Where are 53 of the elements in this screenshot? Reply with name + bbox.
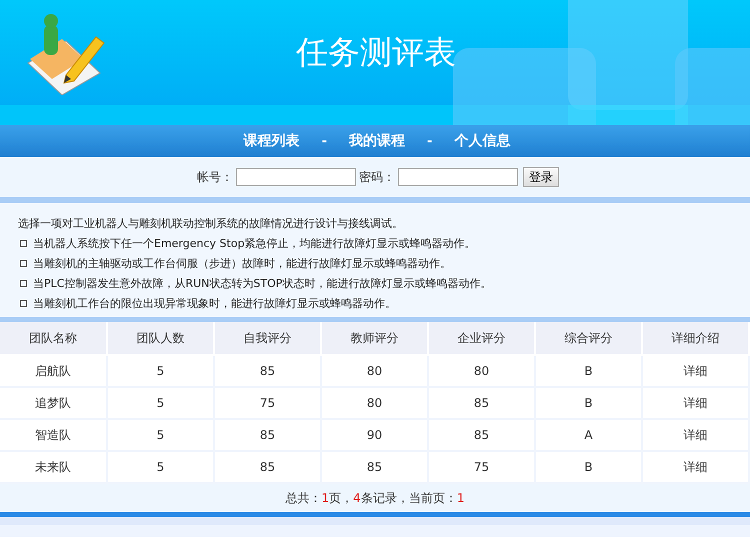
table-cell: 90 <box>321 419 428 451</box>
pager-text: 总共：1页，4条记录，当前页：1 <box>286 490 464 506</box>
password-label: 密码： <box>359 168 395 186</box>
table-cell: 未来队 <box>0 451 107 483</box>
table-cell: B <box>535 451 642 483</box>
detail-link[interactable]: 详细 <box>642 355 749 387</box>
column-header: 自我评分 <box>214 322 321 355</box>
table-cell: 智造队 <box>0 419 107 451</box>
requirement-text: 当雕刻机的主轴驱动或工作台伺服（步进）故障时，能进行故障灯显示或蜂鸣器动作。 <box>33 256 451 270</box>
login-button[interactable]: 登录 <box>523 167 559 187</box>
requirement-text: 当PLC控制器发生意外故障，从RUN状态转为STOP状态时，能进行故障灯显示或蜂鸣器动作。 <box>33 276 492 290</box>
table-cell: 5 <box>107 419 214 451</box>
account-field[interactable] <box>236 168 356 186</box>
table-cell: B <box>535 387 642 419</box>
table-cell: A <box>535 419 642 451</box>
table-cell: 75 <box>214 387 321 419</box>
table-cell: B <box>535 355 642 387</box>
bullet-icon <box>20 300 27 306</box>
column-header: 团队人数 <box>107 322 214 355</box>
table-cell: 80 <box>321 355 428 387</box>
nav-separator: - <box>322 134 327 148</box>
bullet-icon <box>20 280 27 286</box>
table-cell: 5 <box>107 451 214 483</box>
table-cell: 80 <box>428 355 535 387</box>
account-label: 帐号： <box>197 168 233 186</box>
table-cell: 5 <box>107 387 214 419</box>
column-header: 教师评分 <box>321 322 428 355</box>
detail-link[interactable]: 详细 <box>642 419 749 451</box>
nav-separator: - <box>427 134 432 148</box>
table-cell: 85 <box>428 387 535 419</box>
bullet-icon <box>20 240 27 246</box>
table-cell: 85 <box>214 355 321 387</box>
requirement-text: 当雕刻机工作台的限位出现异常现象时，能进行故障灯显示或蜂鸣器动作。 <box>33 296 396 310</box>
table-cell: 85 <box>321 451 428 483</box>
table-cell: 75 <box>428 451 535 483</box>
table-cell: 启航队 <box>0 355 107 387</box>
column-header: 详细介绍 <box>642 322 749 355</box>
password-field[interactable] <box>398 168 518 186</box>
intro-text: 选择一项对工业机器人与雕刻机联动控制系统的故障情况进行设计与接线调试。 <box>18 216 403 230</box>
table-cell: 85 <box>214 419 321 451</box>
table-cell: 85 <box>214 451 321 483</box>
column-header: 综合评分 <box>535 322 642 355</box>
bullet-icon <box>20 260 27 266</box>
requirement-text: 当机器人系统按下任一个Emergency Stop紧急停止，均能进行故障灯显示或蜂鸣器动作。 <box>33 236 476 250</box>
table-cell: 5 <box>107 355 214 387</box>
detail-link[interactable]: 详细 <box>642 451 749 483</box>
table-cell: 追梦队 <box>0 387 107 419</box>
column-header: 团队名称 <box>0 322 107 355</box>
page-title: 任务测评表 <box>296 32 456 72</box>
table-cell: 85 <box>428 419 535 451</box>
table-cell: 80 <box>321 387 428 419</box>
column-header: 企业评分 <box>428 322 535 355</box>
detail-link[interactable]: 详细 <box>642 387 749 419</box>
